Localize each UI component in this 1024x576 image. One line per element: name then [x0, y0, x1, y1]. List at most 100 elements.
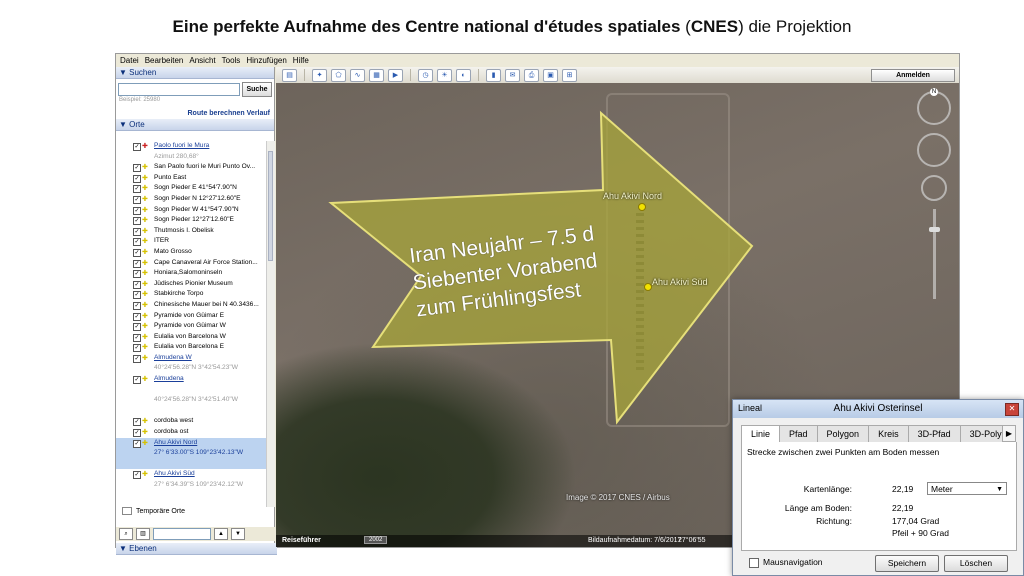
save-image-icon[interactable]: ▣ — [543, 68, 558, 82]
place-checkbox[interactable]: ✓ — [133, 471, 141, 480]
view-in-maps-icon[interactable]: ⊞ — [562, 68, 577, 82]
add-path-icon[interactable]: ∿ — [350, 68, 365, 82]
move-up-icon[interactable]: ▲ — [214, 528, 228, 540]
places-scrollbar[interactable] — [266, 141, 275, 507]
place-item[interactable]: ✓ ✚ Punto East — [116, 173, 266, 184]
place-item[interactable]: ✓ ✚ Pyramide von Güimar E — [116, 311, 266, 322]
tab-polygon[interactable]: Polygon — [816, 425, 870, 442]
place-item[interactable]: ✓ ✚ Eulalia von Barcelona E — [116, 342, 266, 353]
panel-toggle-icon[interactable]: ▥ — [136, 528, 150, 540]
place-checkbox[interactable]: ✓ — [133, 174, 141, 183]
place-checkbox[interactable]: ✓ — [133, 312, 141, 321]
unit-select[interactable]: Meter ▼ — [927, 482, 1007, 495]
record-tour-icon[interactable]: ▶ — [388, 68, 403, 82]
place-checkbox[interactable]: ✓ — [133, 354, 141, 363]
place-item[interactable]: ✓ ✚ cordoba west — [116, 416, 266, 427]
menu-tools[interactable]: Tools — [222, 56, 241, 65]
compass-north[interactable]: N — [930, 88, 938, 96]
move-joystick[interactable] — [921, 175, 947, 201]
place-item[interactable]: ✓ ✚ Chinesische Mauer bei N 40.3436... — [116, 300, 266, 311]
place-item[interactable]: ✓ ✚ Sogn Pieder 12°27'12.60"E — [116, 215, 266, 226]
email-icon[interactable]: ✉ — [505, 68, 520, 82]
image-overlay-icon[interactable]: ▦ — [369, 68, 384, 82]
place-checkbox[interactable]: ✓ — [133, 206, 141, 215]
tab-linie[interactable]: Linie — [741, 425, 781, 443]
place-item[interactable]: ✓ ✚ Eulalia von Barcelona W — [116, 332, 266, 343]
search-button[interactable]: Suche — [242, 82, 272, 97]
placemark-ahu-akivi-nord[interactable] — [638, 203, 646, 211]
place-checkbox[interactable]: ✓ — [133, 418, 141, 427]
ruler-icon[interactable]: ▮ — [486, 68, 501, 82]
temporary-places[interactable]: Temporäre Orte — [122, 507, 185, 515]
mouse-navigation-checkbox[interactable]: Mausnavigation — [749, 557, 823, 568]
place-checkbox[interactable]: ✓ — [133, 164, 141, 173]
place-item[interactable]: ✓ ✚ cordoba ost — [116, 427, 266, 438]
place-item[interactable]: ✓ ✚ Sogn Pieder E 41°54'7.90"N — [116, 183, 266, 194]
close-icon[interactable]: ✕ — [1005, 403, 1019, 416]
add-polygon-icon[interactable]: ⬠ — [331, 68, 346, 82]
place-item[interactable]: ✓ ✚ Mato Grosso — [116, 247, 266, 258]
search-input[interactable] — [118, 83, 240, 96]
place-checkbox[interactable]: ✓ — [133, 259, 141, 268]
place-item[interactable]: ✓ ✚ Pyramide von Güimar W — [116, 321, 266, 332]
place-checkbox[interactable]: ✓ — [133, 217, 141, 226]
ruler-titlebar[interactable]: Lineal Ahu Akivi Osterinsel ✕ — [733, 400, 1023, 418]
place-item[interactable]: ✓ ✚ Almudena W — [116, 353, 266, 364]
look-joystick[interactable] — [917, 133, 951, 167]
menu-hilfe[interactable]: Hilfe — [293, 56, 309, 65]
route-link[interactable]: Route berechnen — [188, 110, 245, 117]
place-item[interactable]: ✓ ✚ Jüdisches Pionier Museum — [116, 279, 266, 290]
layers-section-header[interactable]: ▼ Ebenen — [116, 543, 277, 555]
clear-button[interactable]: Löschen — [944, 555, 1008, 572]
search-places-icon[interactable]: ⌕ — [119, 528, 133, 540]
menu-ansicht[interactable]: Ansicht — [189, 56, 215, 65]
signin-button[interactable]: Anmelden — [871, 69, 955, 82]
move-down-icon[interactable]: ▼ — [231, 528, 245, 540]
place-checkbox[interactable]: ✓ — [133, 344, 141, 353]
place-checkbox[interactable]: ✓ — [133, 227, 141, 236]
place-item[interactable]: ✓ ✚ San Paolo fuori le Muri Punto Ov... — [116, 162, 266, 173]
place-item[interactable]: ✓ ✚ Stabkirche Torpo — [116, 289, 266, 300]
checkbox-box[interactable] — [749, 557, 759, 568]
historical-imagery-icon[interactable]: ◷ — [418, 68, 433, 82]
place-checkbox[interactable]: ✓ — [133, 376, 141, 385]
tab-kreis[interactable]: Kreis — [868, 425, 909, 442]
place-item[interactable]: ✓ ✚ Ahu Akivi Nord — [116, 437, 266, 449]
compass-ring[interactable]: N — [917, 88, 951, 125]
places-filter-input[interactable] — [153, 528, 211, 540]
place-checkbox[interactable]: ✓ — [133, 185, 141, 194]
place-checkbox[interactable]: ✓ — [133, 270, 141, 279]
place-checkbox[interactable]: ✓ — [133, 323, 141, 332]
place-checkbox[interactable]: ✓ — [133, 143, 141, 151]
place-item[interactable]: ✓ ✚ Paolo fuori le Mura — [116, 141, 266, 152]
menu-bearbeiten[interactable]: Bearbeiten — [145, 56, 184, 65]
search-section-header[interactable]: ▼ Suchen — [116, 67, 274, 79]
place-item[interactable]: ✓ ✚ Cape Canaveral Air Force Station... — [116, 258, 266, 269]
sidebar-toggle-icon[interactable]: ▤ — [282, 68, 297, 82]
place-checkbox[interactable]: ✓ — [133, 248, 141, 257]
tab-scroll-right-icon[interactable]: ▶ — [1002, 425, 1016, 442]
place-checkbox[interactable]: ✓ — [133, 280, 141, 289]
map-label-nord[interactable]: Ahu Akivi Nord — [603, 191, 662, 201]
place-checkbox[interactable]: ✓ — [133, 238, 141, 247]
add-placemark-icon[interactable]: ✦ — [312, 68, 327, 82]
sunlight-icon[interactable]: ☀ — [437, 68, 452, 82]
tab-3d-pfad[interactable]: 3D-Pfad — [907, 425, 961, 442]
place-checkbox[interactable]: ✓ — [133, 195, 141, 204]
save-button[interactable]: Speichern — [875, 555, 939, 572]
zoom-knob[interactable] — [928, 227, 940, 232]
place-item[interactable]: ✓ ✚ Thutmosis I. Obelisk — [116, 226, 266, 237]
menu-datei[interactable]: Datei — [120, 56, 139, 65]
tab-pfad[interactable]: Pfad — [779, 425, 818, 442]
places-section-header[interactable]: ▼ Orte — [116, 119, 274, 131]
zoom-slider[interactable] — [928, 209, 940, 299]
tour-guide-label[interactable]: Reiseführer — [282, 537, 321, 544]
planets-icon[interactable]: ◐ — [456, 68, 471, 82]
history-link[interactable]: Verlauf — [247, 110, 270, 117]
menu-hinzufuegen[interactable]: Hinzufügen — [246, 56, 286, 65]
place-item[interactable]: ✓ ✚ Honiara,Salomoninseln — [116, 268, 266, 279]
print-icon[interactable]: ⎙ — [524, 68, 539, 82]
place-item[interactable]: ✓ ✚ ITER — [116, 236, 266, 247]
place-checkbox[interactable]: ✓ — [133, 291, 141, 300]
place-item[interactable]: ✓ ✚ Sogn Pieder W 41°54'7.90"N — [116, 205, 266, 216]
